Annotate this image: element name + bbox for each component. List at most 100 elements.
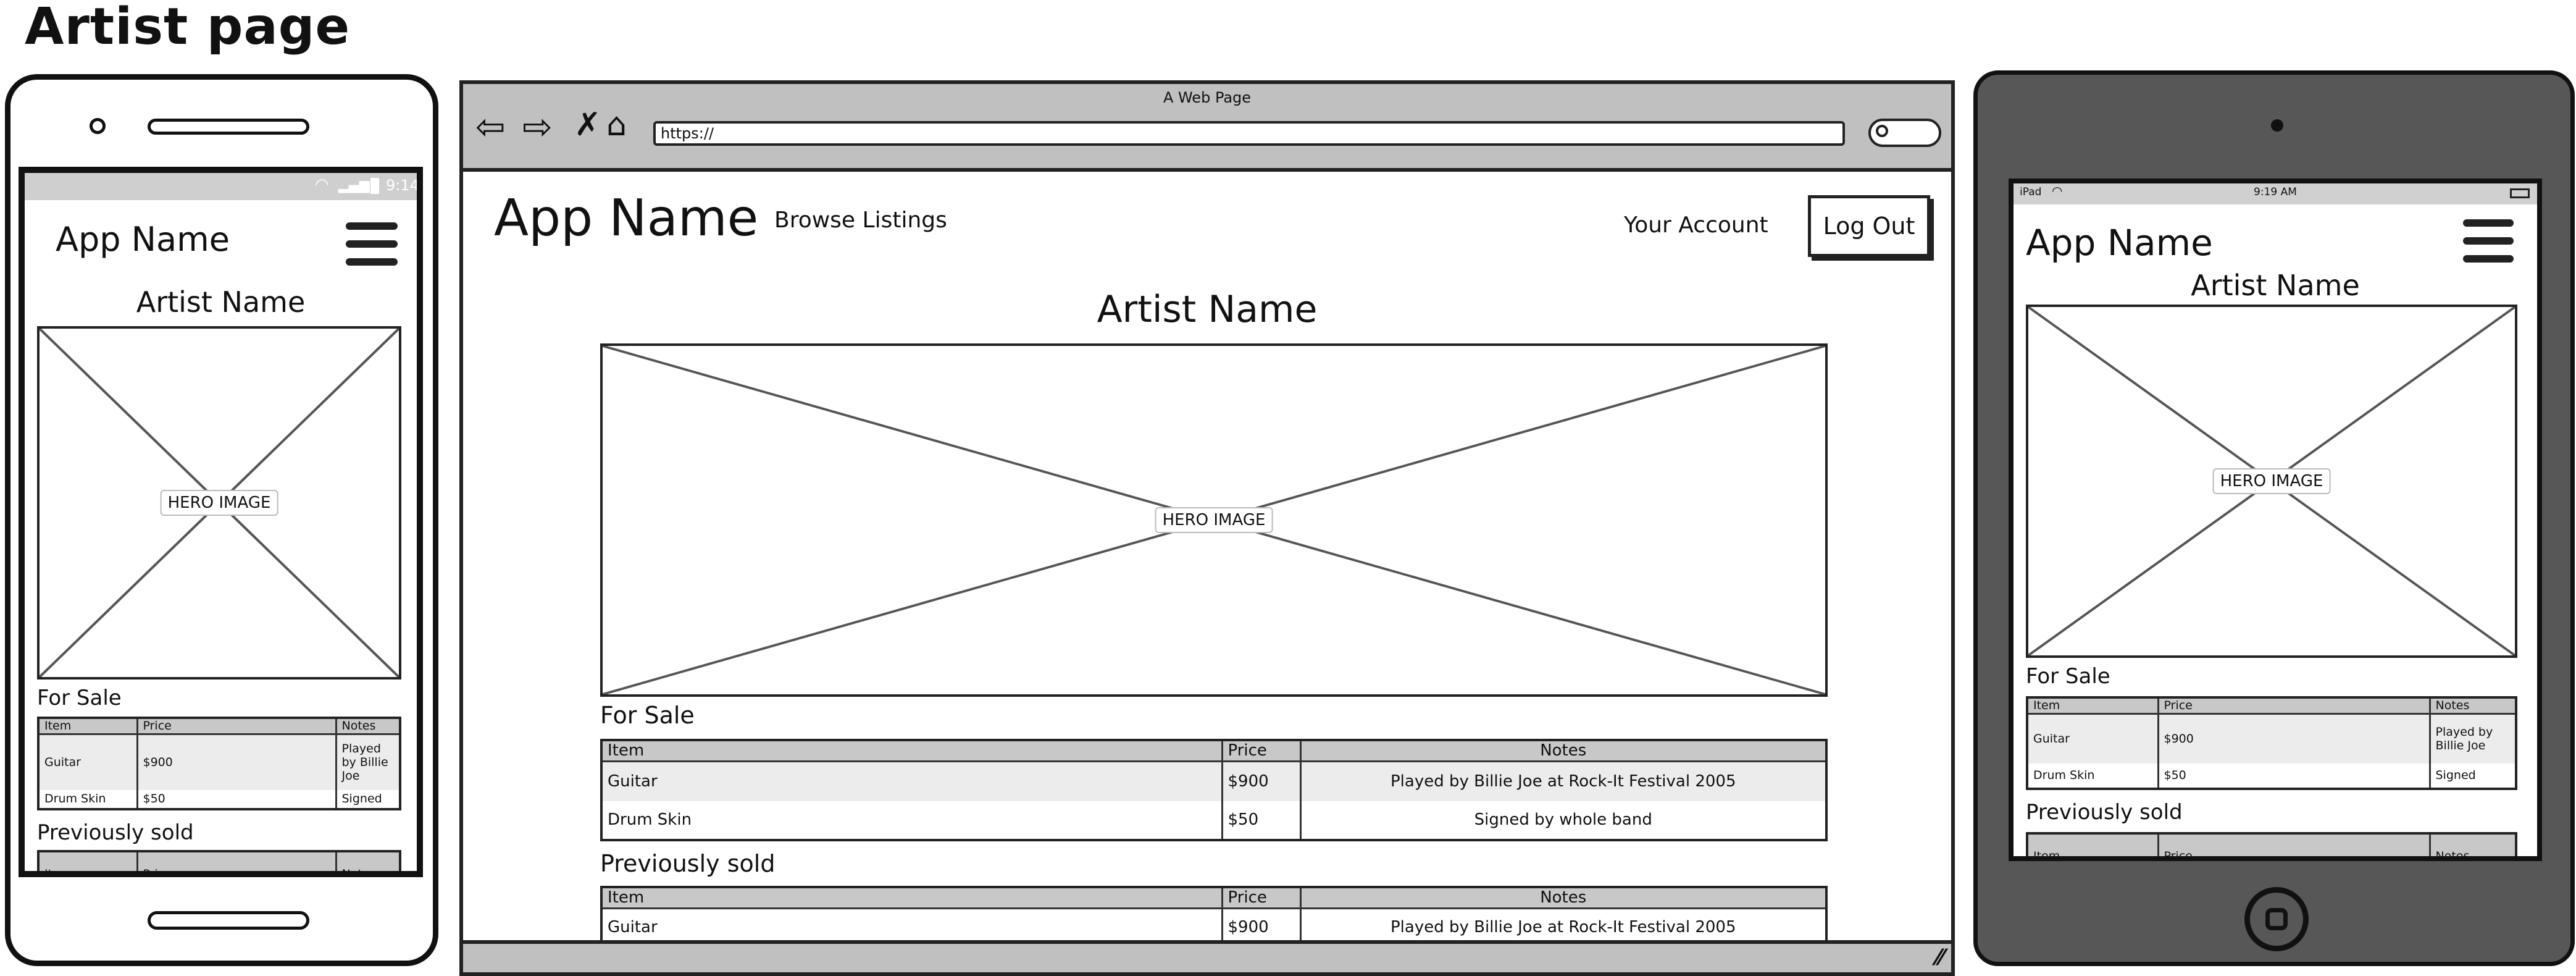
back-arrow-icon[interactable]: ⇦ bbox=[475, 109, 506, 145]
artist-name: Artist Name bbox=[1097, 288, 1318, 331]
col-header-price: Price bbox=[2157, 835, 2430, 856]
cell-notes: Signed bbox=[335, 789, 399, 808]
table-row[interactable]: Drum Skin $50 Signed by whole band bbox=[603, 801, 1825, 839]
col-header-notes: Notes bbox=[1299, 741, 1825, 762]
cell-notes: Played by Billie Joe bbox=[335, 734, 399, 790]
cell-price: $50 bbox=[136, 789, 336, 808]
cell-price: $50 bbox=[2157, 763, 2430, 788]
cell-notes: Played by Billie Joe at Rock-It Festival… bbox=[1299, 908, 1825, 945]
phone-home-bar[interactable] bbox=[148, 911, 309, 930]
table-row[interactable]: Drum Skin $50 Signed bbox=[2028, 763, 2515, 788]
col-header-item: Item bbox=[603, 888, 1222, 909]
nav-your-account[interactable]: Your Account bbox=[1624, 212, 1768, 238]
cell-item: Guitar bbox=[40, 734, 137, 790]
col-header-notes: Notes bbox=[335, 852, 399, 871]
cell-notes: Played by Billie Joe at Rock-It Festival… bbox=[1299, 761, 1825, 801]
wifi-icon: ◠ bbox=[315, 175, 329, 194]
app-name[interactable]: App Name bbox=[56, 220, 230, 259]
cell-price: $900 bbox=[1221, 908, 1300, 945]
cell-price: $900 bbox=[1221, 761, 1300, 801]
col-header-notes: Notes bbox=[2428, 835, 2515, 856]
url-bar[interactable]: https:// bbox=[653, 121, 1845, 146]
search-box[interactable] bbox=[1868, 119, 1941, 147]
home-square-icon bbox=[2265, 908, 2288, 930]
phone-camera bbox=[90, 118, 106, 134]
col-header-item: Item bbox=[2028, 699, 2158, 715]
for-sale-label: For Sale bbox=[2026, 664, 2110, 689]
cell-price: $900 bbox=[2157, 713, 2430, 764]
tablet-status-bar: iPad ◠ 9:19 AM bbox=[2014, 183, 2537, 204]
home-icon[interactable]: ⌂ bbox=[606, 109, 627, 141]
col-header-item: Item bbox=[603, 741, 1222, 762]
search-icon bbox=[1876, 125, 1888, 137]
status-time: 9:19 AM bbox=[2254, 186, 2297, 198]
for-sale-label: For Sale bbox=[37, 686, 122, 710]
for-sale-table: Item Price Notes Guitar $900 Played by B… bbox=[2026, 696, 2517, 790]
cell-price: $900 bbox=[136, 734, 336, 790]
for-sale-label: For Sale bbox=[600, 702, 695, 729]
nav-browse-listings[interactable]: Browse Listings bbox=[774, 208, 947, 233]
window-title: A Web Page bbox=[1163, 89, 1252, 106]
cell-item: Guitar bbox=[603, 761, 1222, 801]
for-sale-table: Item Price Notes Guitar $900 Played by B… bbox=[600, 739, 1828, 841]
forward-arrow-icon[interactable]: ⇨ bbox=[522, 109, 553, 145]
artist-name: Artist Name bbox=[136, 285, 306, 319]
previously-sold-table: Item Price Notes Guitar $900 Played by B… bbox=[600, 886, 1828, 948]
page-title: Artist page bbox=[25, 0, 351, 56]
cell-notes: Signed bbox=[2428, 763, 2515, 788]
col-header-price: Price bbox=[1221, 741, 1300, 762]
app-name[interactable]: App Name bbox=[494, 189, 758, 248]
signal-icon: ▂▄▆ bbox=[338, 178, 370, 193]
hero-label: HERO IMAGE bbox=[160, 490, 278, 516]
hero-label: HERO IMAGE bbox=[2212, 468, 2331, 494]
col-header-notes: Notes bbox=[2428, 699, 2515, 715]
hero-label: HERO IMAGE bbox=[1155, 507, 1273, 533]
col-header-item: Item bbox=[2028, 835, 2158, 856]
phone-screen: ◠ ▂▄▆ 9:14 App Name Artist Name HERO IMA… bbox=[19, 167, 423, 877]
col-header-price: Price bbox=[136, 852, 336, 871]
resize-grip-icon[interactable]: ⁄⁄ bbox=[1936, 945, 1944, 970]
col-header-price: Price bbox=[2157, 699, 2430, 715]
col-header-item: Item bbox=[40, 852, 137, 871]
browser-chrome: A Web Page ⇦ ⇨ ✗ ⌂ https:// bbox=[463, 84, 1951, 172]
col-header-notes: Notes bbox=[1299, 888, 1825, 909]
for-sale-table: Item Price Notes Guitar $900 Played by B… bbox=[37, 717, 401, 810]
cell-price: $50 bbox=[1221, 801, 1300, 839]
hero-image: HERO IMAGE bbox=[2026, 305, 2517, 658]
cell-item: Drum Skin bbox=[2033, 768, 2095, 783]
table-row[interactable]: Guitar $900 Played by Billie Joe bbox=[40, 734, 399, 790]
stop-icon[interactable]: ✗ bbox=[574, 109, 601, 141]
table-row[interactable]: Drum Skin $50 Signed bbox=[40, 789, 399, 808]
hero-image: HERO IMAGE bbox=[37, 326, 401, 679]
log-out-button[interactable]: Log Out bbox=[1808, 195, 1930, 257]
tablet-home-button[interactable] bbox=[2244, 887, 2309, 951]
previously-sold-label: Previously sold bbox=[37, 820, 194, 845]
url-text: https:// bbox=[661, 125, 714, 142]
cell-item: Drum Skin bbox=[608, 810, 692, 830]
battery-icon bbox=[370, 178, 379, 194]
cell-item: Drum Skin bbox=[44, 792, 106, 806]
cell-notes: Played by Billie Joe bbox=[2428, 713, 2515, 764]
hamburger-menu-icon[interactable] bbox=[2463, 219, 2514, 264]
phone-speaker bbox=[148, 119, 309, 135]
table-row[interactable]: Guitar $900 Played by Billie Joe bbox=[2028, 713, 2515, 764]
cell-item: Guitar bbox=[2028, 713, 2158, 764]
col-header-item: Item bbox=[40, 719, 137, 735]
previously-sold-table: Item Price Notes bbox=[2026, 832, 2517, 856]
table-row[interactable]: Guitar $900 Played by Billie Joe at Rock… bbox=[603, 761, 1825, 801]
col-header-price: Price bbox=[136, 719, 336, 735]
status-time: 9:14 bbox=[386, 177, 419, 194]
cell-notes: Signed by whole band bbox=[1299, 801, 1825, 839]
hero-image: HERO IMAGE bbox=[600, 343, 1828, 697]
hamburger-menu-icon[interactable] bbox=[346, 222, 398, 267]
browser-status-bar: ⁄⁄ bbox=[463, 940, 1951, 972]
phone-status-bar: ◠ ▂▄▆ 9:14 bbox=[25, 173, 417, 200]
cell-item: Guitar bbox=[608, 917, 658, 936]
previously-sold-label: Previously sold bbox=[600, 850, 776, 877]
col-header-price: Price bbox=[1221, 888, 1300, 909]
app-name[interactable]: App Name bbox=[2026, 222, 2213, 264]
table-row[interactable]: Guitar $900 Played by Billie Joe at Rock… bbox=[603, 908, 1825, 945]
artist-name: Artist Name bbox=[2191, 269, 2360, 302]
previously-sold-label: Previously sold bbox=[2026, 800, 2183, 825]
previously-sold-table: Item Price Notes bbox=[37, 850, 401, 871]
